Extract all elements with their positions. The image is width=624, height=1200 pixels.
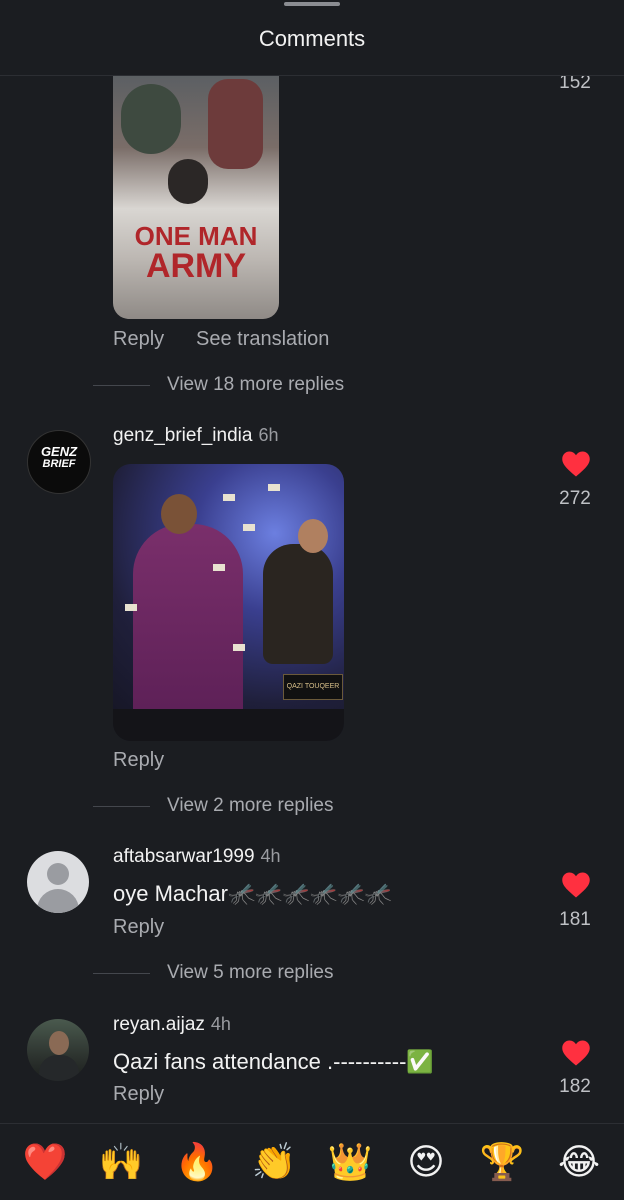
username[interactable]: reyan.aijaz [113,1014,205,1035]
replies-divider [93,385,150,386]
comment-header: aftabsarwar1999 4h [113,846,281,868]
comment-text: Qazi fans attendance .----------✅ [113,1049,434,1074]
reply-button[interactable]: Reply [113,328,164,351]
page-title: Comments [258,26,366,51]
clap-emoji-button[interactable]: 👏 [249,1140,299,1186]
comment-header: reyan.aijaz 4h [113,1014,231,1036]
comments-list[interactable]: 152 ONE MAN ARMY Reply See translation V… [0,76,624,1122]
raised-hands-emoji-button[interactable]: 🙌 [96,1140,146,1186]
like-count: 272 [559,488,591,509]
timestamp: 4h [260,846,281,866]
reply-button[interactable]: Reply [113,1083,164,1106]
like-count: 182 [559,1076,591,1097]
view-more-replies-button[interactable]: View 5 more replies [167,962,334,984]
drag-handle[interactable] [284,2,340,6]
heart-emoji-button[interactable]: ❤️ [20,1140,70,1186]
comment-text: oye Machar🦟🦟🦟🦟🦟🦟 [113,881,393,906]
heart-icon[interactable] [561,1039,591,1067]
timestamp: 4h [210,1014,231,1034]
view-more-replies-button[interactable]: View 2 more replies [167,795,334,817]
fire-emoji-button[interactable]: 🔥 [172,1140,222,1186]
username[interactable]: aftabsarwar1999 [113,846,255,867]
image-sign: QAZI TOUQEER [283,674,343,700]
emoji-reaction-bar: ❤️ 🙌 🔥 👏 👑 😍 🏆 😂 [0,1123,624,1200]
heart-icon[interactable] [561,871,591,899]
view-more-replies-button[interactable]: View 18 more replies [167,374,344,396]
heart-icon[interactable] [561,450,591,478]
avatar[interactable] [27,851,89,913]
trophy-emoji-button[interactable]: 🏆 [477,1140,527,1186]
heart-eyes-emoji-button[interactable]: 😍 [401,1140,451,1186]
comment-header: genz_brief_india 6h [113,425,278,447]
comment-image[interactable]: QAZI TOUQEER [113,464,344,741]
see-translation-button[interactable]: See translation [196,328,329,351]
timestamp: 6h [258,425,279,445]
like-count: 181 [559,909,591,930]
replies-divider [93,973,150,974]
comment-image[interactable]: ONE MAN ARMY [113,76,279,319]
avatar[interactable]: GENZ BRIEF [27,430,91,494]
reply-button[interactable]: Reply [113,749,164,772]
crown-emoji-button[interactable]: 👑 [325,1140,375,1186]
avatar[interactable] [27,1019,89,1081]
username[interactable]: genz_brief_india [113,425,252,446]
laughing-emoji-button[interactable]: 😂 [554,1140,604,1186]
like-count: 152 [559,76,591,93]
reply-button[interactable]: Reply [113,916,164,939]
replies-divider [93,806,150,807]
image-caption: ONE MAN ARMY [134,221,258,285]
